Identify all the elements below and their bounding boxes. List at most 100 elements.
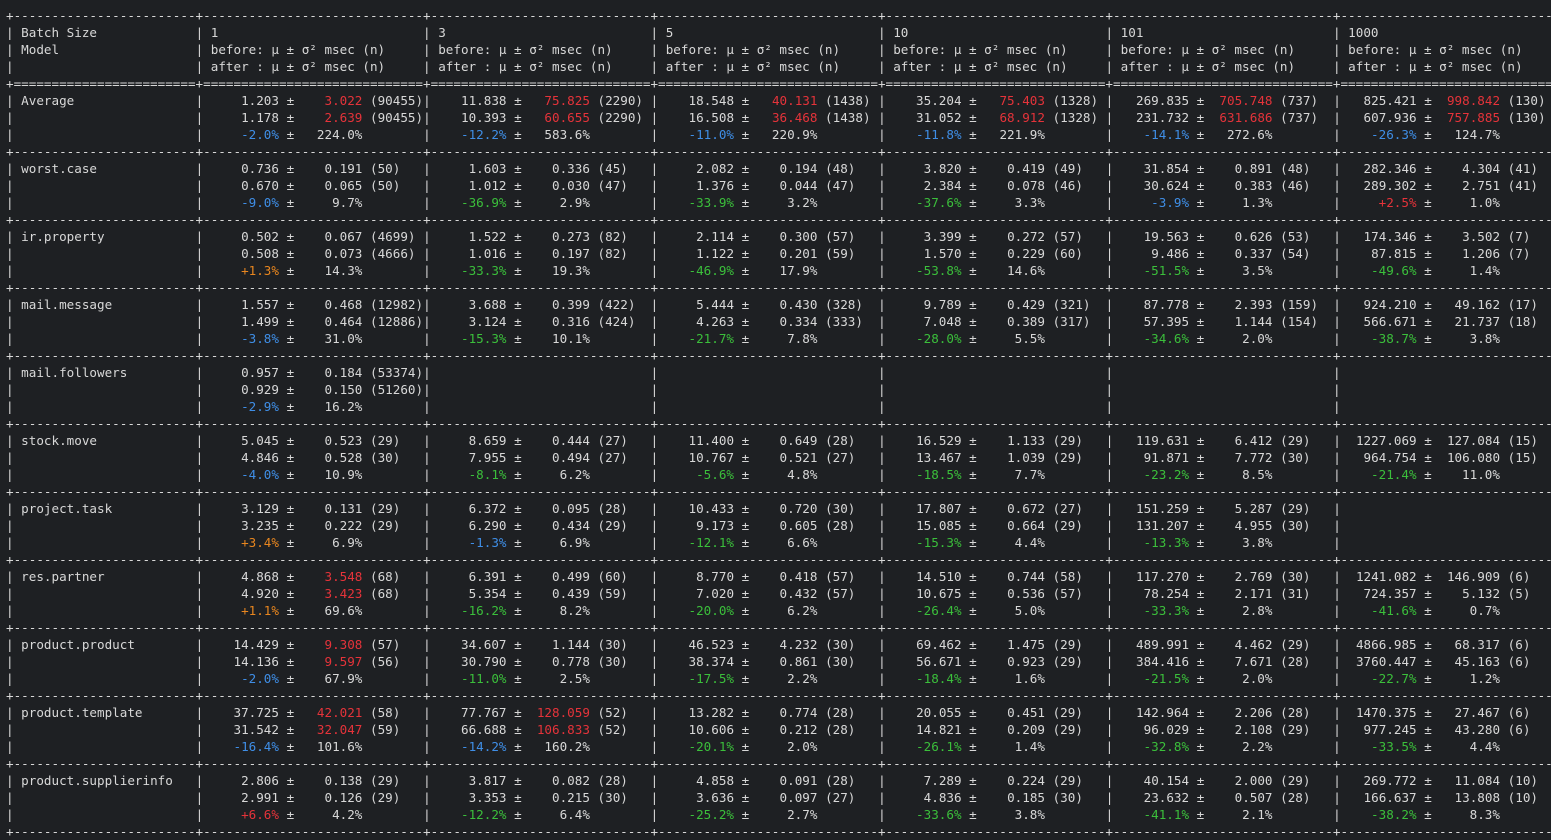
model-name: product.supplierinfo <box>21 773 196 788</box>
variance-value: 0.337 <box>1211 246 1273 261</box>
variance-percent: 19.3% <box>529 263 590 278</box>
mean-value: 10.675 <box>893 586 962 601</box>
variance-value: 0.399 <box>529 297 590 312</box>
variance-value: 0.861 <box>756 654 818 669</box>
sample-count: (28) <box>1280 705 1311 720</box>
sample-count: (52) <box>597 722 628 737</box>
variance-value: 11.084 <box>1439 773 1501 788</box>
variance-value: 1.475 <box>984 637 1045 652</box>
sample-count: (7) <box>1507 229 1531 244</box>
sample-count: (58) <box>370 705 401 720</box>
sample-count: (58) <box>1052 569 1083 584</box>
variance-value: 0.224 <box>984 773 1045 788</box>
variance-value: 49.162 <box>1439 297 1501 312</box>
sample-count: (29) <box>370 773 401 788</box>
variance-value: 0.774 <box>756 705 818 720</box>
table-row: | | 1.499 ± 0.464 (12886)| 3.124 ± 0.316… <box>6 314 1538 329</box>
variance-value: 2.171 <box>1211 586 1273 601</box>
mean-value: 924.210 <box>1348 297 1417 312</box>
variance-value: 0.389 <box>984 314 1045 329</box>
sample-count: (2290) <box>597 93 644 108</box>
mean-value: 4.868 <box>210 569 279 584</box>
mean-value: 87.778 <box>1120 297 1190 312</box>
percent-change: -16.2% <box>438 603 507 618</box>
variance-percent: 6.9% <box>301 535 363 550</box>
variance-value: 0.891 <box>1211 161 1273 176</box>
variance-value: 32.047 <box>301 722 363 737</box>
sample-count: (6) <box>1507 569 1531 584</box>
mean-value: 977.245 <box>1348 722 1417 737</box>
variance-percent: 67.9% <box>301 671 363 686</box>
header-stat-label: before: μ ± σ² msec (n) <box>438 42 651 57</box>
variance-value: 0.095 <box>529 501 590 516</box>
percent-change: -14.1% <box>1120 127 1190 142</box>
variance-percent: 6.2% <box>756 603 818 618</box>
header-batch-size: Batch Size <box>21 25 196 40</box>
variance-value: 0.184 <box>301 365 363 380</box>
mean-value: 3.353 <box>438 790 507 805</box>
mean-value: 2.991 <box>210 790 279 805</box>
mean-value: 9.789 <box>893 297 962 312</box>
header-line: | Batch Size | 1 | 3 | 5 | 10 | 101 | 10… <box>6 24 1551 41</box>
mean-value: 0.957 <box>210 365 279 380</box>
variance-percent: 101.6% <box>301 739 363 754</box>
variance-value: 0.468 <box>301 297 363 312</box>
mean-value: 289.302 <box>1348 178 1417 193</box>
variance-value: 0.778 <box>529 654 590 669</box>
model-name: Average <box>21 93 196 108</box>
percent-change: -41.1% <box>1120 807 1190 822</box>
variance-value: 0.126 <box>301 790 363 805</box>
table-separator: +========================+==============… <box>6 76 1551 91</box>
variance-value: 0.091 <box>756 773 818 788</box>
mean-value: 607.936 <box>1348 110 1417 125</box>
mean-value: 10.767 <box>665 450 735 465</box>
sample-count: (53) <box>1280 229 1311 244</box>
mean-value: 1.122 <box>665 246 735 261</box>
mean-value: 3.235 <box>210 518 279 533</box>
mean-value: 10.606 <box>665 722 735 737</box>
variance-value: 2.751 <box>1439 178 1501 193</box>
mean-value: 5.045 <box>210 433 279 448</box>
sample-count: (737) <box>1280 110 1319 125</box>
mean-value: 1.557 <box>210 297 279 312</box>
table-separator: +------------------------+--------------… <box>6 824 1551 839</box>
variance-value: 1.144 <box>529 637 590 652</box>
variance-percent: 2.1% <box>1211 807 1273 822</box>
variance-percent: 3.8% <box>1439 331 1500 346</box>
variance-value: 4.232 <box>756 637 818 652</box>
percent-change: -2.0% <box>210 671 279 686</box>
sample-count: (29) <box>1280 433 1311 448</box>
percent-change: -49.6% <box>1348 263 1417 278</box>
sample-count: (30) <box>825 654 856 669</box>
mean-value: 15.085 <box>893 518 962 533</box>
model-name: product.template <box>21 705 196 720</box>
variance-value: 0.649 <box>756 433 818 448</box>
header-line: | Model | before: μ ± σ² msec (n) | befo… <box>6 41 1551 58</box>
mean-value: 3.817 <box>438 773 507 788</box>
mean-value: 131.207 <box>1120 518 1190 533</box>
variance-value: 0.065 <box>301 178 363 193</box>
model-name: mail.message <box>21 297 196 312</box>
mean-value: 3760.447 <box>1348 654 1417 669</box>
sample-count: (29) <box>1052 773 1083 788</box>
variance-percent: 31.0% <box>301 331 363 346</box>
header-blank <box>21 59 195 74</box>
variance-value: 36.468 <box>756 110 818 125</box>
variance-value: 998.842 <box>1439 93 1501 108</box>
mean-value: 31.542 <box>210 722 279 737</box>
percent-change: -9.0% <box>210 195 279 210</box>
mean-value: 91.871 <box>1120 450 1190 465</box>
mean-value: 10.393 <box>438 110 507 125</box>
variance-percent: 17.9% <box>756 263 818 278</box>
variance-percent: 1.2% <box>1439 671 1500 686</box>
variance-value: 0.067 <box>301 229 363 244</box>
sample-count: (57) <box>1052 229 1083 244</box>
variance-value: 0.429 <box>984 297 1045 312</box>
sample-count: (57) <box>825 586 856 601</box>
mean-value: 489.991 <box>1120 637 1190 652</box>
variance-percent: 1.4% <box>984 739 1045 754</box>
variance-percent: 583.6% <box>529 127 590 142</box>
percent-change: -5.6% <box>665 467 735 482</box>
sample-count: (29) <box>1052 433 1083 448</box>
mean-value: 7.289 <box>893 773 962 788</box>
